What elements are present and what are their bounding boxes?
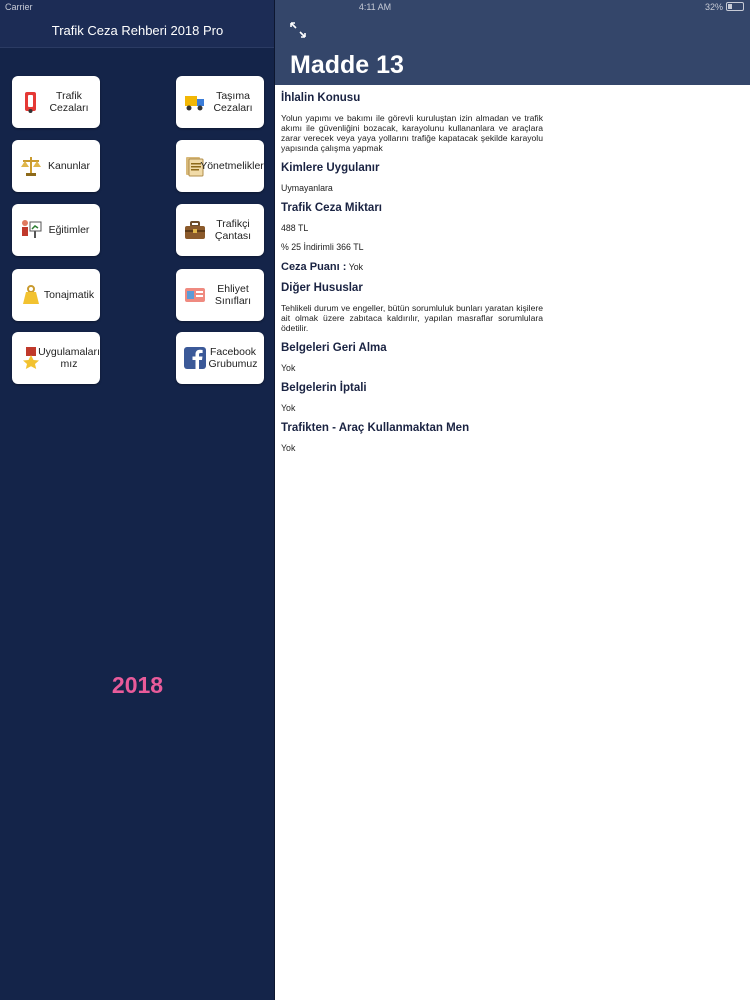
penalty-points-label: Ceza Puanı : [281, 261, 347, 273]
status-bar: Carrier 4:11 AM 32% [0, 0, 750, 14]
tile-label: Taşıma Cezaları [213, 90, 253, 114]
tile-egitimler[interactable]: Eğitimler [12, 204, 100, 256]
battery-icon [726, 2, 744, 11]
discounted-amount: % 25 İndirimli 366 TL [281, 242, 364, 252]
tile-ehliyet-siniflari[interactable]: Ehliyet Sınıfları [176, 269, 264, 321]
tile-tonajmatik[interactable]: Tonajmatik [12, 269, 100, 321]
tile-kanunlar[interactable]: Kanunlar [12, 140, 100, 192]
year-label: 2018 [111, 672, 164, 698]
violation-text: Yolun yapımı ve bakımı ile görevli kurul… [281, 113, 543, 153]
app-title: Trafik Ceza Rehberi 2018 Pro [51, 23, 224, 38]
split-divider [274, 0, 275, 1000]
penalty-points-row: Ceza Puanı : Yok [281, 261, 543, 273]
tile-label: Trafikçi Çantası [214, 218, 252, 242]
tile-facebook-grubumuz[interactable]: Facebook Grubumuz [176, 332, 264, 384]
battery-percent: 32% [704, 2, 723, 12]
battery-indicator: 32% [705, 2, 744, 12]
cancel-value: Yok [281, 403, 296, 413]
other-heading: Diğer Hususlar [281, 282, 363, 294]
penalty-points-value: Yok [348, 262, 364, 272]
amount-heading: Trafik Ceza Miktarı [281, 202, 382, 214]
return-value: Yok [281, 363, 296, 373]
tile-trafikci-cantasi[interactable]: Trafikçi Çantası [176, 204, 264, 256]
tile-label: Eğitimler [48, 224, 90, 236]
applies-heading: Kimlere Uygulanır [281, 162, 380, 174]
violation-heading: İhlalin Konusu [281, 92, 361, 104]
article-content: İhlalin Konusu Yolun yapımı ve bakımı il… [281, 92, 543, 462]
tile-label: Trafik Cezaları [49, 90, 89, 114]
ban-heading: Trafikten - Araç Kullanmaktan Men [281, 422, 470, 434]
tile-tasima-cezalari[interactable]: Taşıma Cezaları [176, 76, 264, 128]
tile-label: Facebook Grubumuz [208, 346, 258, 370]
ban-value: Yok [281, 443, 296, 453]
tile-yonetmelikler[interactable]: Yönetmelikler [176, 140, 264, 192]
cancel-heading: Belgelerin İptali [281, 382, 367, 394]
tile-label: Yönetmelikler [200, 160, 264, 172]
applies-text: Uymayanlara [281, 183, 333, 193]
expand-icon[interactable] [289, 21, 307, 39]
other-text: Tehlikeli durum ve engeller, bütün sorum… [281, 303, 543, 333]
tile-trafik-cezalari[interactable]: Trafik Cezaları [12, 76, 100, 128]
tile-uygulamalarimiz[interactable]: Uygulamaları mız [12, 332, 100, 384]
tile-label: Ehliyet Sınıfları [214, 283, 252, 307]
clock: 4:11 AM [358, 2, 392, 12]
tile-label: Uygulamaları mız [38, 346, 100, 370]
sidebar: Trafik Ceza Rehberi 2018 Pro Trafik Ceza… [0, 0, 275, 1000]
tile-label: Tonajmatik [43, 289, 95, 301]
return-heading: Belgeleri Geri Alma [281, 342, 387, 354]
tile-label: Kanunlar [47, 160, 91, 172]
fine-amount: 488 TL [281, 223, 309, 233]
article-title: Madde 13 [290, 51, 404, 79]
